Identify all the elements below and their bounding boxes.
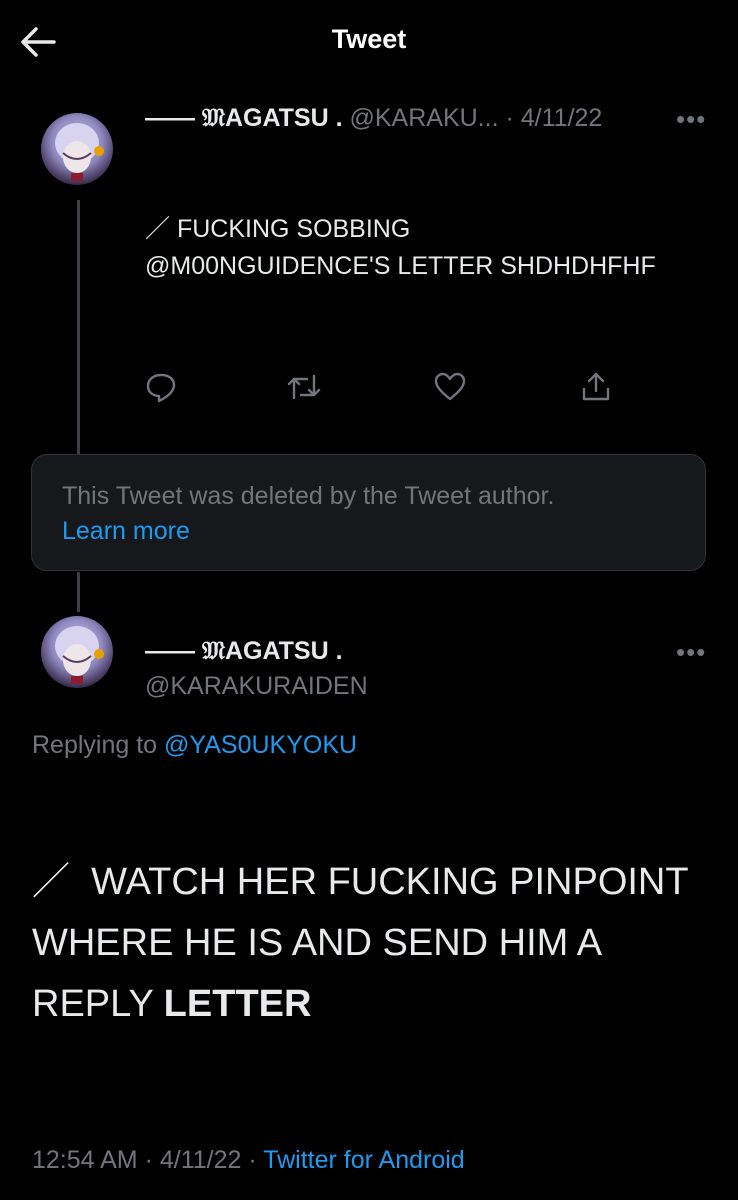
- display-name[interactable]: —— 𝔐AGATSU .: [145, 637, 343, 666]
- replying-to: Replying to @YAS0UKYOKU: [32, 731, 357, 760]
- learn-more-link[interactable]: Learn more: [62, 514, 554, 549]
- tweet-text: ／ WATCH HER FUCKING PINPOINT WHERE HE IS…: [32, 852, 722, 1035]
- tweet-text-line: @M00NGUIDENCE'S LETTER SHDHDHFHF: [145, 252, 656, 280]
- retweet-icon: [287, 374, 321, 400]
- tweet-date: 4/11/22: [159, 1146, 242, 1174]
- meta-separator: ·: [248, 1146, 257, 1174]
- username[interactable]: @KARAKURAIDEN: [145, 672, 368, 701]
- tweet-text: ／ FUCKING SOBBING @M00NGUIDENCE'S LETTER…: [145, 211, 656, 285]
- reply-button[interactable]: [145, 371, 177, 403]
- deleted-tweet-notice: This Tweet was deleted by the Tweet auth…: [31, 454, 706, 571]
- tweet-text-main: WATCH HER FUCKING PINPOINT WHERE HE IS A…: [32, 861, 688, 1025]
- share-icon: [582, 372, 610, 401]
- slash-glyph: ／: [32, 861, 71, 903]
- avatar-image: [55, 626, 104, 684]
- more-options-button[interactable]: •••: [676, 104, 706, 135]
- replying-prefix: Replying to: [32, 731, 158, 759]
- like-icon: [434, 372, 466, 401]
- username[interactable]: @KARAKU...: [350, 104, 499, 132]
- like-button[interactable]: [434, 371, 466, 403]
- tweet-meta: 12:54 AM · 4/11/22 · Twitter for Android: [32, 1146, 465, 1175]
- display-name[interactable]: —— 𝔐AGATSU .: [145, 104, 343, 132]
- separator: ·: [505, 104, 514, 132]
- tweet-source-link[interactable]: Twitter for Android: [263, 1146, 464, 1174]
- meta-separator: ·: [144, 1146, 153, 1174]
- tweet-author-line: —— 𝔐AGATSU . @KARAKU... · 4/11/22: [145, 104, 602, 133]
- share-button[interactable]: [580, 371, 612, 403]
- thread-line: [77, 572, 80, 612]
- tweet-text-line: ／ FUCKING SOBBING: [145, 215, 411, 243]
- replying-to-link[interactable]: @YAS0UKYOKU: [164, 731, 357, 759]
- more-options-button[interactable]: •••: [676, 637, 706, 668]
- tweet-time: 12:54 AM: [32, 1146, 138, 1174]
- page-title: Tweet: [331, 24, 407, 54]
- retweet-button[interactable]: [287, 371, 321, 403]
- avatar-image: [55, 123, 104, 181]
- thread-line: [77, 200, 80, 454]
- tweet-text-bold: LETTER: [163, 983, 312, 1025]
- avatar[interactable]: [41, 113, 113, 185]
- deleted-message: This Tweet was deleted by the Tweet auth…: [62, 482, 555, 510]
- deleted-notice-text: This Tweet was deleted by the Tweet auth…: [62, 479, 554, 549]
- reply-icon: [146, 373, 176, 403]
- tweet-date[interactable]: 4/11/22: [521, 104, 603, 132]
- avatar[interactable]: [41, 616, 113, 688]
